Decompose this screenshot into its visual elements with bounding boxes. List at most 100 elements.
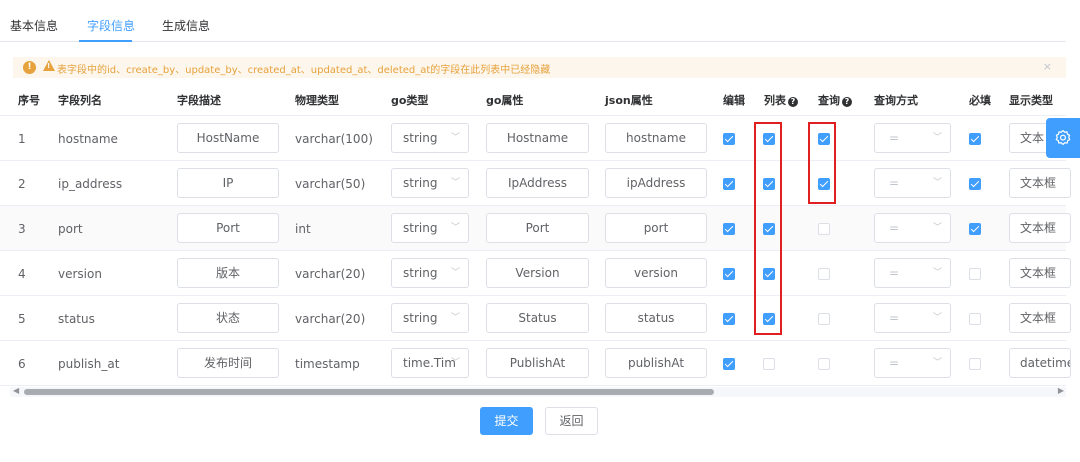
required-checkbox[interactable] [969, 223, 981, 235]
go-type-select[interactable]: string ﹀ [391, 213, 469, 243]
json-attr-input[interactable]: version [605, 258, 707, 288]
table-row: 6 publish_at 发布时间 timestamp time.Tim ﹀ Publish… [0, 341, 1071, 386]
chevron-down-icon: ﹀ [450, 313, 460, 323]
go-type-select[interactable]: string ﹀ [391, 168, 469, 198]
json-attr-input[interactable]: publishAt [605, 348, 707, 378]
table-row: 1 hostname HostName varchar(100) string ﹀ Host… [0, 116, 1071, 161]
tab-basic-info[interactable]: 基本信息 [10, 17, 58, 34]
col-json-attr: json属性 [605, 94, 653, 107]
edit-checkbox[interactable] [723, 313, 735, 325]
field-desc-input[interactable]: 状态 [177, 303, 279, 333]
list-checkbox[interactable] [763, 358, 775, 370]
query-checkbox[interactable] [818, 313, 830, 325]
question-icon[interactable]: ? [788, 97, 798, 107]
required-checkbox[interactable] [969, 358, 981, 370]
display-type-select[interactable]: 文本框 [1009, 213, 1071, 243]
physical-type: int [295, 222, 311, 236]
json-attr-input[interactable]: port [605, 213, 707, 243]
display-type-select[interactable]: 文本框 [1009, 258, 1071, 288]
query-checkbox[interactable] [818, 268, 830, 280]
row-number: 4 [18, 267, 26, 281]
go-type-select[interactable]: time.Tim ﹀ [391, 348, 469, 378]
chevron-down-icon: ﹀ [932, 133, 942, 143]
go-attr-input[interactable]: PublishAt [486, 348, 589, 378]
table-row: 2 ip_address IP varchar(50) string ﹀ IpAddress… [0, 161, 1071, 206]
warning-circle-icon: ! [23, 61, 36, 74]
go-attr-input[interactable]: Version [486, 258, 589, 288]
field-desc-input[interactable]: 版本 [177, 258, 279, 288]
json-attr-input[interactable]: status [605, 303, 707, 333]
field-desc-input[interactable]: 发布时间 [177, 348, 279, 378]
edit-checkbox[interactable] [723, 178, 735, 190]
row-number: 2 [18, 177, 26, 191]
scroll-right-icon[interactable]: ▶ [1058, 386, 1064, 395]
edit-checkbox[interactable] [723, 133, 735, 145]
go-attr-input[interactable]: Status [486, 303, 589, 333]
col-query: 查询? [818, 92, 852, 108]
gear-icon [1055, 129, 1071, 145]
chevron-down-icon: ﹀ [450, 268, 460, 278]
go-type-select[interactable]: string ﹀ [391, 303, 469, 333]
physical-type: varchar(20) [295, 312, 366, 326]
field-desc-input[interactable]: Port [177, 213, 279, 243]
json-attr-input[interactable]: ipAddress [605, 168, 707, 198]
query-checkbox[interactable] [818, 223, 830, 235]
horizontal-scrollbar[interactable]: ◀ ▶ [10, 386, 1066, 397]
col-physical-type: 物理类型 [295, 94, 339, 107]
chevron-down-icon: ﹀ [932, 313, 942, 323]
go-attr-input[interactable]: Hostname [486, 123, 589, 153]
go-type-select[interactable]: string ﹀ [391, 123, 469, 153]
display-type-select[interactable]: 文本框 [1009, 168, 1071, 198]
required-checkbox[interactable] [969, 178, 981, 190]
question-icon[interactable]: ? [842, 97, 852, 107]
close-icon[interactable]: × [1043, 60, 1052, 73]
query-mode-select[interactable]: = ﹀ [874, 123, 951, 153]
chevron-down-icon: ﹀ [450, 223, 460, 233]
query-mode-select[interactable]: = ﹀ [874, 348, 951, 378]
required-checkbox[interactable] [969, 133, 981, 145]
physical-type: timestamp [295, 357, 360, 371]
field-column-name: version [58, 267, 102, 281]
submit-button[interactable]: 提交 [480, 407, 533, 435]
display-type-select[interactable]: datetime [1009, 348, 1071, 378]
chevron-down-icon: ﹀ [450, 178, 460, 188]
chevron-down-icon: ﹀ [932, 223, 942, 233]
query-mode-select[interactable]: = ﹀ [874, 213, 951, 243]
scroll-left-icon[interactable]: ◀ [13, 386, 19, 395]
query-mode-select[interactable]: = ﹀ [874, 303, 951, 333]
field-column-name: ip_address [58, 177, 123, 191]
back-button[interactable]: 返回 [545, 407, 598, 435]
tab-bar: 基本信息 字段信息 生成信息 [0, 0, 1066, 42]
list-column-highlight [754, 122, 782, 335]
chevron-down-icon: ﹀ [932, 358, 942, 368]
col-display-type: 显示类型 [1009, 94, 1053, 107]
field-desc-input[interactable]: HostName [177, 123, 279, 153]
chevron-down-icon: ﹀ [932, 178, 942, 188]
json-attr-input[interactable]: hostname [605, 123, 707, 153]
tab-generate-info[interactable]: 生成信息 [162, 17, 210, 34]
display-type-select[interactable]: 文本框 [1009, 303, 1071, 333]
query-mode-select[interactable]: = ﹀ [874, 168, 951, 198]
field-column-name: hostname [58, 132, 118, 146]
col-list: 列表? [764, 92, 798, 108]
scroll-thumb[interactable] [24, 389, 714, 395]
col-required: 必填 [969, 94, 991, 107]
physical-type: varchar(50) [295, 177, 366, 191]
go-attr-input[interactable]: IpAddress [486, 168, 589, 198]
edit-checkbox[interactable] [723, 268, 735, 280]
query-column-highlight [808, 122, 836, 204]
col-edit: 编辑 [723, 94, 745, 107]
tab-field-info[interactable]: 字段信息 [87, 17, 135, 34]
edit-checkbox[interactable] [723, 223, 735, 235]
go-type-select[interactable]: string ﹀ [391, 258, 469, 288]
query-mode-select[interactable]: = ﹀ [874, 258, 951, 288]
field-desc-input[interactable]: IP [177, 168, 279, 198]
table-header: 序号 字段列名 字段描述 物理类型 go类型 go属性 json属性 编辑 列表… [0, 80, 1066, 116]
required-checkbox[interactable] [969, 313, 981, 325]
required-checkbox[interactable] [969, 268, 981, 280]
field-column-name: status [58, 312, 95, 326]
settings-fab[interactable] [1046, 118, 1080, 158]
edit-checkbox[interactable] [723, 358, 735, 370]
go-attr-input[interactable]: Port [486, 213, 589, 243]
query-checkbox[interactable] [818, 358, 830, 370]
